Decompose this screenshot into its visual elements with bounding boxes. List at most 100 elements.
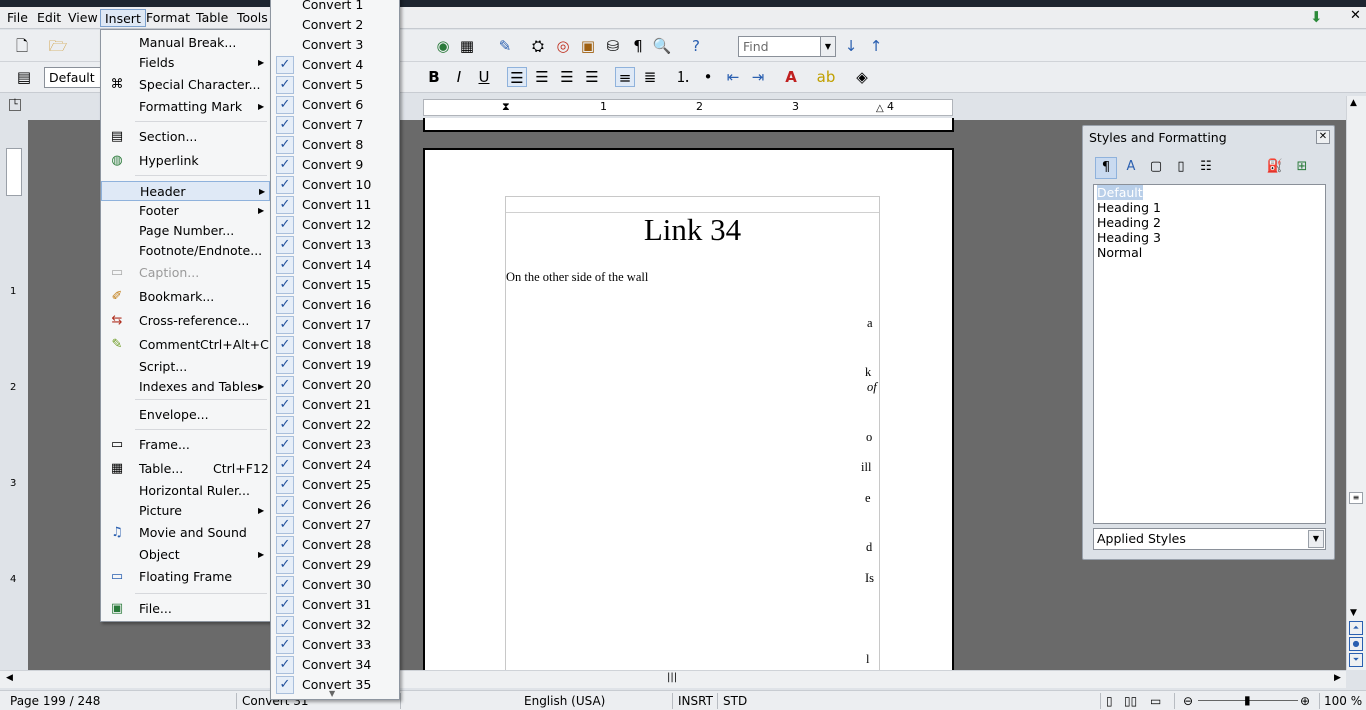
horizontal-ruler[interactable]: 1 2 3 4 ⧗ △ — [423, 99, 953, 116]
zoom-icon[interactable]: 🔍 — [652, 36, 672, 56]
align-right-icon[interactable]: ☰ — [557, 67, 577, 87]
submenu-item-convert-2[interactable]: Convert 2 — [271, 15, 399, 35]
zoom-in-icon[interactable]: ⊕ — [1300, 694, 1310, 708]
formatting-marks-icon[interactable]: ¶ — [628, 36, 648, 56]
increase-indent-icon[interactable]: ⇥ — [748, 67, 768, 87]
find-replace-icon[interactable]: ⛭ — [528, 36, 548, 56]
scroll-thumb[interactable]: ≡ — [1349, 492, 1363, 504]
submenu-item-convert-21[interactable]: ✓ Convert 21 — [271, 395, 399, 415]
find-dropdown-icon[interactable]: ▼ — [820, 37, 835, 56]
menu-item-frame[interactable]: ▭ Frame... — [101, 435, 270, 455]
menu-item-file[interactable]: ▣ File... — [101, 599, 270, 619]
submenu-item-convert-18[interactable]: ✓ Convert 18 — [271, 335, 399, 355]
menu-insert[interactable]: Insert — [100, 9, 146, 27]
highlight-icon[interactable]: ab — [816, 67, 836, 87]
previous-page[interactable] — [423, 118, 954, 132]
line-spacing-icon[interactable]: ≡ — [615, 67, 635, 87]
menu-tools[interactable]: Tools — [233, 9, 272, 27]
zoom-out-icon[interactable]: ⊖ — [1183, 694, 1193, 708]
submenu-item-convert-11[interactable]: ✓ Convert 11 — [271, 195, 399, 215]
insert-mode-indicator[interactable]: INSRT — [678, 694, 713, 708]
menu-item-special-character[interactable]: ⌘ Special Character... — [101, 75, 270, 95]
zoom-slider-thumb[interactable]: ▮ — [1244, 693, 1251, 707]
menu-item-footer[interactable]: Footer ▶ — [101, 201, 270, 221]
style-filter-select[interactable]: Applied Styles ▼ — [1093, 528, 1326, 550]
language-indicator[interactable]: English (USA) — [524, 694, 605, 708]
vertical-scrollbar[interactable]: ▲ ≡ ▼ ⏶ ● ⏷ — [1346, 96, 1366, 670]
menu-item-envelope[interactable]: Envelope... — [101, 405, 270, 425]
style-item-selected[interactable]: Default — [1097, 185, 1143, 200]
horizontal-scrollbar[interactable]: ◀ ||| ▶ — [0, 670, 1346, 688]
menu-file[interactable]: File — [3, 9, 32, 27]
zoom-level[interactable]: 100 % — [1324, 694, 1362, 708]
gallery-icon[interactable]: ◉ — [433, 36, 453, 56]
chevron-down-icon[interactable]: ▼ — [1308, 530, 1324, 548]
align-left-icon[interactable]: ☰ — [507, 67, 527, 87]
styles-formatting-icon[interactable]: ▤ — [14, 67, 34, 87]
paragraph-styles-icon[interactable]: ¶ — [1095, 157, 1117, 179]
data-sources-icon[interactable]: ⛁ — [603, 36, 623, 56]
menu-item-table[interactable]: ▦ Table... Ctrl+F12 — [101, 459, 270, 479]
scroll-left-icon[interactable]: ◀ — [6, 673, 13, 683]
page-indicator[interactable]: Page 199 / 248 — [10, 694, 100, 708]
align-center-icon[interactable]: ☰ — [532, 67, 552, 87]
justify-icon[interactable]: ☰ — [582, 67, 602, 87]
font-color-icon[interactable]: A — [781, 67, 801, 87]
submenu-item-convert-22[interactable]: ✓ Convert 22 — [271, 415, 399, 435]
close-document-icon[interactable]: ✕ — [1350, 8, 1361, 23]
frame-styles-icon[interactable]: ▢ — [1145, 157, 1167, 179]
submenu-item-convert-7[interactable]: ✓ Convert 7 — [271, 115, 399, 135]
submenu-item-convert-8[interactable]: ✓ Convert 8 — [271, 135, 399, 155]
menu-item-manual-break[interactable]: Manual Break... — [101, 33, 270, 53]
submenu-item-convert-6[interactable]: ✓ Convert 6 — [271, 95, 399, 115]
submenu-item-convert-12[interactable]: ✓ Convert 12 — [271, 215, 399, 235]
draw-functions-icon[interactable]: ✎ — [495, 36, 515, 56]
paragraph-style-select[interactable]: Default — [44, 67, 102, 88]
scroll-more-icon[interactable]: ▼ — [329, 689, 335, 698]
menu-item-fields[interactable]: Fields ▶ — [101, 53, 270, 73]
fill-format-icon[interactable]: ⛽ — [1264, 157, 1286, 179]
submenu-item-convert-15[interactable]: ✓ Convert 15 — [271, 275, 399, 295]
gallery-image-icon[interactable]: ▣ — [578, 36, 598, 56]
italic-icon[interactable]: I — [449, 67, 469, 87]
submenu-item-convert-13[interactable]: ✓ Convert 13 — [271, 235, 399, 255]
scroll-up-icon[interactable]: ▲ — [1350, 98, 1357, 108]
submenu-item-convert-4[interactable]: ✓ Convert 4 — [271, 55, 399, 75]
book-view-icon[interactable]: ▭ — [1150, 694, 1161, 708]
menu-item-comment[interactable]: ✎ Comment Ctrl+Alt+C — [101, 335, 270, 355]
menu-edit[interactable]: Edit — [33, 9, 65, 27]
tab-stop-icon[interactable]: └ — [9, 99, 21, 111]
bold-icon[interactable]: B — [424, 67, 444, 87]
menu-item-section[interactable]: ▤ Section... — [101, 127, 270, 147]
insert-table-icon[interactable]: ▦ — [457, 36, 477, 56]
submenu-item-convert-1[interactable]: Convert 1 — [271, 0, 399, 15]
scroll-right-icon[interactable]: ▶ — [1334, 673, 1341, 683]
scroll-thumb-horizontal[interactable]: ||| — [667, 672, 677, 683]
document-title[interactable]: Link 34 — [506, 212, 879, 248]
new-document-icon[interactable]: 🗋 — [12, 36, 32, 56]
close-icon[interactable]: ✕ — [1316, 130, 1330, 144]
menu-item-floating-frame[interactable]: ▭ Floating Frame — [101, 567, 270, 587]
style-item[interactable]: Heading 1 — [1097, 200, 1161, 215]
line-spacing-2-icon[interactable]: ≣ — [640, 67, 660, 87]
submenu-item-convert-17[interactable]: ✓ Convert 17 — [271, 315, 399, 335]
submenu-item-convert-20[interactable]: ✓ Convert 20 — [271, 375, 399, 395]
selection-mode-indicator[interactable]: STD — [723, 694, 747, 708]
background-color-icon[interactable]: ◈ — [852, 67, 872, 87]
submenu-item-convert-16[interactable]: ✓ Convert 16 — [271, 295, 399, 315]
previous-page-icon[interactable]: ⏶ — [1349, 621, 1363, 635]
list-styles-icon[interactable]: ☷ — [1195, 157, 1217, 179]
menu-item-formatting-mark[interactable]: Formatting Mark ▶ — [101, 97, 270, 117]
menu-item-object[interactable]: Object ▶ — [101, 545, 270, 565]
menu-table[interactable]: Table — [192, 9, 232, 27]
submenu-item-convert-30[interactable]: ✓ Convert 30 — [271, 575, 399, 595]
navigator-icon[interactable]: ◎ — [553, 36, 573, 56]
menu-view[interactable]: View — [64, 9, 102, 27]
menu-item-movie-sound[interactable]: ♫ Movie and Sound — [101, 523, 270, 543]
style-item[interactable]: Heading 3 — [1097, 230, 1161, 245]
menu-item-header[interactable]: Header ▶ — [101, 181, 270, 201]
new-style-icon[interactable]: ⊞ — [1291, 157, 1313, 179]
menu-format[interactable]: Format — [142, 9, 194, 27]
find-next-icon[interactable]: ↓ — [841, 36, 861, 56]
style-item[interactable]: Heading 2 — [1097, 215, 1161, 230]
